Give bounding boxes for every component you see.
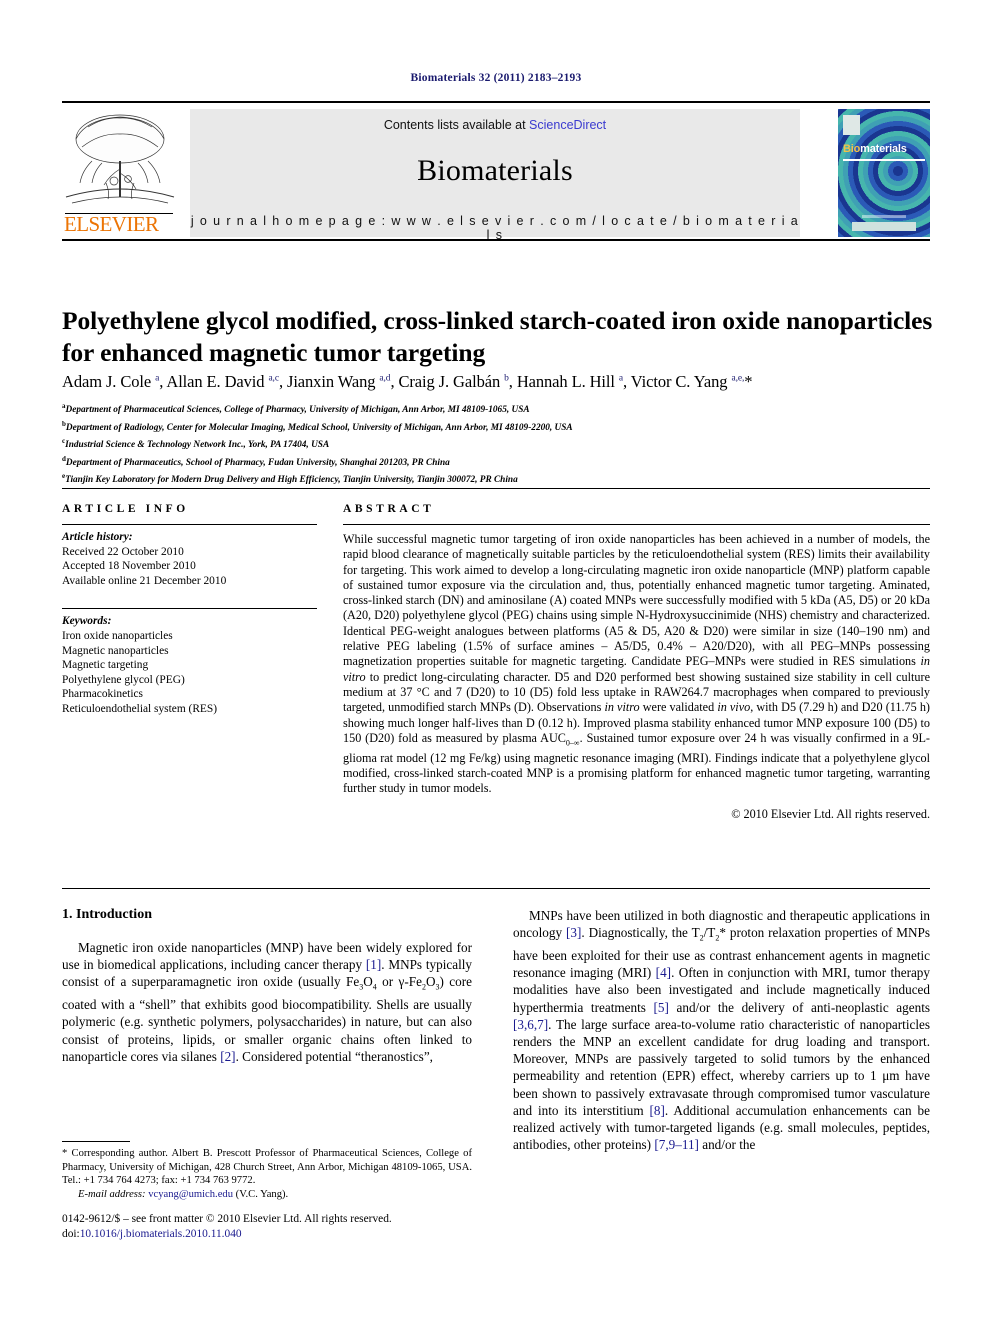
article-history-items: Received 22 October 2010 Accepted 18 Nove… bbox=[62, 545, 317, 589]
corresponding-author-text: * Corresponding author. Albert B. Presco… bbox=[62, 1148, 472, 1187]
article-history-item: Accepted 18 November 2010 bbox=[62, 560, 196, 573]
sciencedirect-link[interactable]: ScienceDirect bbox=[529, 118, 606, 132]
info-abstract-top-rule bbox=[62, 488, 930, 489]
abstract-heading: ABSTRACT bbox=[343, 503, 435, 515]
journal-cover-thumbnail[interactable]: Biomaterials bbox=[838, 109, 930, 237]
cover-footer-block bbox=[852, 222, 916, 231]
keyword-item: Reticuloendothelial system (RES) bbox=[62, 702, 218, 715]
doi-link[interactable]: 10.1016/j.biomaterials.2010.11.040 bbox=[80, 1228, 242, 1240]
elsevier-tree-icon bbox=[62, 109, 178, 213]
journal-masthead: ELSEVIER Contents lists available at Sci… bbox=[62, 101, 930, 242]
journal-homepage-url[interactable]: j o u r n a l h o m e p a g e : w w w . … bbox=[190, 214, 800, 242]
article-history-item: Available online 21 December 2010 bbox=[62, 574, 227, 587]
masthead-bottom-rule bbox=[62, 239, 930, 241]
cover-footer-line bbox=[862, 215, 906, 218]
author-list: Adam J. Cole a, Allan E. David a,c, Jian… bbox=[62, 372, 753, 391]
keyword-item: Magnetic targeting bbox=[62, 659, 149, 672]
keyword-item: Pharmacokinetics bbox=[62, 688, 143, 701]
introduction-paragraph-right: MNPs have been utilized in both diagnost… bbox=[513, 908, 930, 1153]
affiliation-item: eTianjin Key Laboratory for Modern Drug … bbox=[62, 472, 518, 486]
affiliation-marker: b bbox=[62, 419, 66, 428]
abstract-column: ABSTRACT While successful magnetic tumor… bbox=[343, 503, 930, 822]
body-top-rule bbox=[62, 888, 930, 889]
cover-title-rule bbox=[843, 159, 925, 161]
journal-article-page: Biomaterials 32 (2011) 2183–2193 ELSEVIE… bbox=[0, 0, 992, 1323]
sciencedirect-band: Contents lists available at ScienceDirec… bbox=[190, 109, 800, 242]
keyword-item: Polyethylene glycol (PEG) bbox=[62, 673, 185, 686]
contents-available-label: Contents lists available at bbox=[383, 118, 530, 132]
article-history-item: Received 22 October 2010 bbox=[62, 545, 184, 558]
journal-title: Biomaterials bbox=[417, 154, 573, 187]
email-owner: (V.C. Yang). bbox=[235, 1188, 289, 1200]
doi-label: doi: bbox=[62, 1227, 80, 1240]
keywords-block: Keywords: Iron oxide nanoparticles Magnet… bbox=[62, 609, 317, 716]
email-line: E-mail address: vcyang@umich.edu (V.C. Y… bbox=[62, 1188, 472, 1202]
body-column-left: 1. Introduction Magnetic iron oxide nano… bbox=[62, 907, 472, 1065]
body-column-right: MNPs have been utilized in both diagnost… bbox=[513, 907, 930, 1153]
copyright-line: © 2010 Elsevier Ltd. All rights reserved… bbox=[731, 807, 930, 822]
affiliation-item: bDepartment of Radiology, Center for Mol… bbox=[62, 419, 573, 433]
affiliation-item: dDepartment of Pharmaceutics, School of … bbox=[62, 454, 450, 468]
introduction-heading: 1. Introduction bbox=[62, 907, 152, 922]
affiliation-marker: e bbox=[62, 472, 66, 480]
affiliation-marker: d bbox=[62, 454, 66, 463]
page-title: Polyethylene glycol modified, cross-link… bbox=[62, 306, 933, 368]
article-history-block: Article history: Received 22 October 201… bbox=[62, 525, 317, 588]
affiliation-list: aDepartment of Pharmaceutical Sciences, … bbox=[62, 400, 940, 488]
elsevier-wordmark: ELSEVIER bbox=[64, 212, 159, 236]
affiliation-marker: a bbox=[62, 402, 66, 410]
cover-publisher-mark-icon bbox=[843, 115, 860, 135]
introduction-paragraph-left: Magnetic iron oxide nanoparticles (MNP) … bbox=[62, 940, 473, 1064]
article-info-heading: ARTICLE INFO bbox=[62, 503, 189, 515]
keywords-label: Keywords: bbox=[62, 615, 112, 628]
elsevier-logo: ELSEVIER bbox=[62, 109, 178, 237]
affiliation-marker: c bbox=[62, 437, 66, 445]
keyword-items: Iron oxide nanoparticles Magnetic nanopar… bbox=[62, 629, 317, 717]
article-history-label: Article history: bbox=[62, 531, 133, 543]
corresponding-author-footnote: * Corresponding author. Albert B. Presco… bbox=[62, 1147, 472, 1201]
email-label: E-mail address: bbox=[78, 1188, 146, 1200]
imprint-block: 0142-9612/$ – see front matter © 2010 El… bbox=[62, 1212, 522, 1241]
doi-line: doi:10.1016/j.biomaterials.2010.11.040 bbox=[62, 1227, 522, 1242]
cover-journal-title: Biomaterials bbox=[843, 143, 907, 155]
contents-available-line: Contents lists available at ScienceDirec… bbox=[190, 109, 800, 132]
running-head: Biomaterials 32 (2011) 2183–2193 bbox=[410, 72, 582, 84]
article-info-column: ARTICLE INFO Article history: Received 2… bbox=[62, 503, 317, 717]
keyword-item: Magnetic nanoparticles bbox=[62, 644, 169, 657]
email-link[interactable]: vcyang@umich.edu bbox=[148, 1189, 233, 1200]
affiliation-item: aDepartment of Pharmaceutical Sciences, … bbox=[62, 402, 530, 416]
abstract-text: While successful magnetic tumor targetin… bbox=[343, 532, 930, 796]
affiliation-item: cIndustrial Science & Technology Network… bbox=[62, 437, 330, 451]
issn-line: 0142-9612/$ – see front matter © 2010 El… bbox=[62, 1213, 392, 1225]
footnote-rule bbox=[62, 1141, 130, 1142]
keyword-item: Iron oxide nanoparticles bbox=[62, 629, 173, 642]
tree-illustration bbox=[65, 114, 175, 204]
